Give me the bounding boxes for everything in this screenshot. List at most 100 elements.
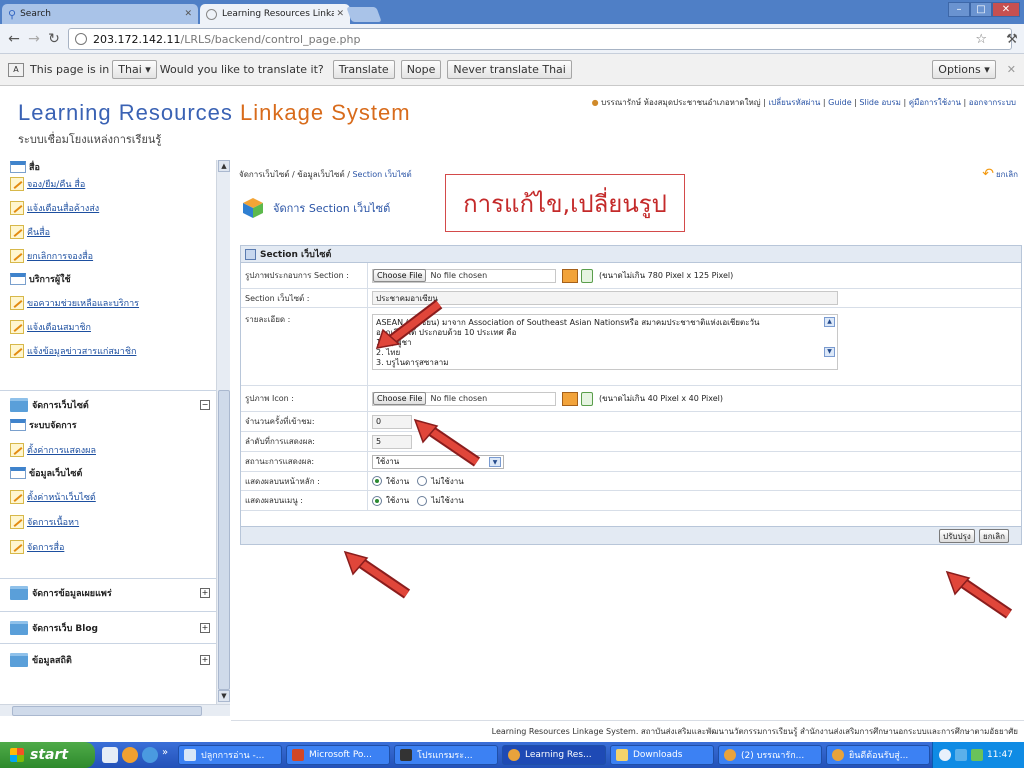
task-item[interactable]: Downloads <box>610 745 714 765</box>
firefox-icon[interactable] <box>122 747 138 763</box>
expand-icon[interactable]: + <box>200 655 210 665</box>
image-icon[interactable] <box>562 391 578 406</box>
menu-off-radio[interactable] <box>417 495 428 506</box>
sidebar-group-manage-site[interactable]: จัดการเว็บไซต์ − <box>0 392 216 418</box>
close-window-button[interactable]: ✕ <box>992 2 1020 17</box>
visits-input[interactable]: 0 <box>372 414 412 429</box>
forward-arrow-icon[interactable]: → <box>24 29 44 49</box>
task-item[interactable]: (2) บรรณารัก... <box>718 745 822 765</box>
sidebar-item-borrow[interactable]: จอง/ยืม/คืน สื่อ <box>10 177 85 191</box>
url-host: 203.172.142.11 <box>93 32 181 46</box>
show-desktop-icon[interactable] <box>102 747 118 763</box>
sidebar-item-page-settings[interactable]: ตั้งค่าหน้าเว็บไซต์ <box>10 490 96 504</box>
sidebar: สื่อ จอง/ยืม/คืน สื่อ แจ้งเตือนสื่อค้างส… <box>0 160 230 704</box>
sidebar-item-help[interactable]: ขอความช่วยเหลือและบริการ <box>10 296 139 310</box>
wrench-icon[interactable]: ⚒ <box>1002 29 1022 49</box>
home-off-radio[interactable] <box>417 476 428 486</box>
new-tab-button[interactable] <box>346 7 382 22</box>
scroll-up-arrow-icon[interactable]: ▲ <box>218 160 230 172</box>
pencil-icon <box>10 515 24 529</box>
start-button[interactable]: start <box>0 742 95 768</box>
choose-file-button[interactable]: Choose File <box>373 392 427 405</box>
expand-icon[interactable]: + <box>200 588 210 598</box>
folder-icon <box>10 621 28 635</box>
home-on-radio[interactable] <box>372 476 382 486</box>
collapse-icon[interactable]: − <box>200 400 210 410</box>
banner-file-input[interactable]: Choose File No file chosen <box>372 268 556 283</box>
sidebar-item-return[interactable]: คืนสื่อ <box>10 225 50 239</box>
sidebar-item-cancel-reserve[interactable]: ยกเลิกการจองสื่อ <box>10 249 93 263</box>
tab-search[interactable]: ⚲ Search ✕ <box>2 4 198 24</box>
guide-link[interactable]: Guide <box>828 98 852 107</box>
sidebar-item-display-settings[interactable]: ตั้งค่าการแสดงผล <box>10 443 96 457</box>
address-bar[interactable]: 203.172.142.11/LRLS/backend/control_page… <box>68 28 1012 50</box>
sidebar-scrollbar[interactable]: ▲ ▼ <box>216 160 230 704</box>
reload-icon[interactable]: ↻ <box>44 29 64 49</box>
logout-link[interactable]: ออกจากระบบ <box>969 98 1016 107</box>
task-item[interactable]: Microsoft Po... <box>286 745 390 765</box>
recycle-icon[interactable] <box>581 391 593 406</box>
scroll-up-arrow-icon[interactable]: ▲ <box>824 317 835 327</box>
sidebar-item-content[interactable]: จัดการเนื้อหา <box>10 515 79 529</box>
browser-tab-bar: ⚲ Search ✕ Learning Resources Linkage Sy… <box>0 0 1024 24</box>
order-input[interactable]: 5 <box>372 434 412 449</box>
url-path: /LRLS/backend/control_page.php <box>180 32 361 46</box>
tray-arrow-icon[interactable] <box>939 749 951 761</box>
scroll-down-arrow-icon[interactable]: ▼ <box>218 690 230 702</box>
sidebar-group-publish[interactable]: จัดการข้อมูลเผยแพร่ + <box>0 580 216 606</box>
icon-file-input[interactable]: Choose File No file chosen <box>372 391 556 406</box>
site-header: Learning Resources Linkage System ระบบเช… <box>0 86 1024 156</box>
textarea-scrollbar[interactable]: ▲ ▼ <box>824 317 835 367</box>
menu-on-radio[interactable] <box>372 495 382 506</box>
close-icon[interactable]: ✕ <box>1007 63 1016 76</box>
close-icon[interactable]: ✕ <box>336 9 344 19</box>
never-translate-button[interactable]: Never translate Thai <box>447 60 572 79</box>
slide-link[interactable]: Slide อบรม <box>859 98 901 107</box>
form-row-section: Section เว็บไซต์ : ประชาคมอาเซียน <box>241 289 1021 308</box>
manual-link[interactable]: คู่มือการใช้งาน <box>909 98 961 107</box>
red-arrow-icon <box>945 570 1013 619</box>
expand-icon[interactable]: + <box>200 623 210 633</box>
main-content: จัดการเว็บไซต์ / ข้อมูลเว็บไซต์ / Sectio… <box>231 160 1024 720</box>
image-icon[interactable] <box>562 268 578 283</box>
more-icon[interactable]: » <box>162 747 168 758</box>
nope-button[interactable]: Nope <box>400 60 442 79</box>
tab-learning-resources[interactable]: Learning Resources Linkage Sy ✕ <box>200 4 350 24</box>
pencil-icon <box>10 320 24 334</box>
scroll-down-arrow-icon[interactable]: ▼ <box>824 347 835 357</box>
translate-text: This page is in <box>30 63 110 76</box>
scroll-thumb[interactable] <box>12 706 202 716</box>
sidebar-item-media[interactable]: จัดการสื่อ <box>10 540 64 554</box>
pencil-icon <box>10 443 24 457</box>
options-button[interactable]: Options ▾ <box>932 60 996 79</box>
change-password-link[interactable]: เปลี่ยนรหัสผ่าน <box>768 98 820 107</box>
task-item[interactable]: ยินดีต้อนรับสู่... <box>826 745 930 765</box>
task-item[interactable]: โปรแกรมระ... <box>394 745 498 765</box>
recycle-icon[interactable] <box>581 268 593 283</box>
form-row-icon: รูปภาพ Icon : Choose File No file chosen… <box>241 386 1021 412</box>
sidebar-horizontal-scrollbar[interactable] <box>0 704 230 716</box>
sidebar-item-member-news[interactable]: แจ้งข้อมูลข่าวสารแก่สมาชิก <box>10 344 136 358</box>
sidebar-group-blog[interactable]: จัดการเว็บ Blog + <box>0 615 216 641</box>
network-icon[interactable] <box>955 749 967 761</box>
task-item[interactable]: Learning Res... <box>502 745 606 765</box>
translate-button[interactable]: Translate <box>332 60 395 79</box>
volume-icon[interactable] <box>971 749 983 761</box>
sidebar-group-stats[interactable]: ข้อมูลสถิติ + <box>0 647 216 673</box>
language-select[interactable]: Thai ▾ <box>112 60 157 79</box>
ie-icon[interactable] <box>142 747 158 763</box>
choose-file-button[interactable]: Choose File <box>373 269 427 282</box>
close-icon[interactable]: ✕ <box>184 9 192 19</box>
update-button[interactable]: ปรับปรุง <box>939 529 975 543</box>
minimize-button[interactable]: – <box>948 2 970 17</box>
back-link[interactable]: ↶ ยกเลิก <box>982 166 1018 182</box>
scroll-thumb[interactable] <box>218 390 230 690</box>
back-arrow-icon[interactable]: ← <box>4 29 24 49</box>
sidebar-item-overdue[interactable]: แจ้งเตือนสื่อค้างส่ง <box>10 201 99 215</box>
maximize-button[interactable]: □ <box>970 2 992 17</box>
sidebar-item-member-alert[interactable]: แจ้งเตือนสมาชิก <box>10 320 91 334</box>
cancel-button[interactable]: ยกเลิก <box>979 529 1010 543</box>
task-item[interactable]: ปลูกการอ่าน -... <box>178 745 282 765</box>
form-button-row: ปรับปรุง ยกเลิก <box>241 526 1021 544</box>
star-icon[interactable]: ☆ <box>975 32 987 47</box>
